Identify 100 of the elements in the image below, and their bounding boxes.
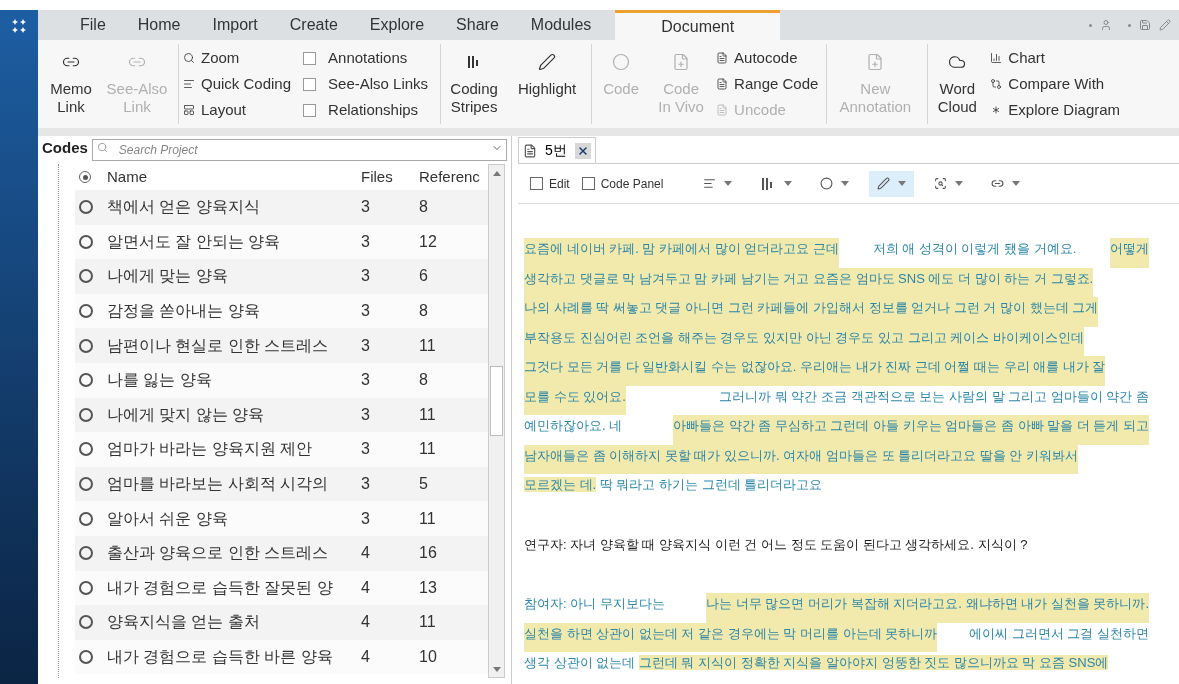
node-icon xyxy=(79,650,93,664)
column-header[interactable]: Name xyxy=(107,165,361,189)
menu-tab[interactable]: Modules xyxy=(514,10,608,40)
ribbon-small-button[interactable]: Autocode xyxy=(716,48,819,68)
code-row[interactable]: 양육지식을 얻는 출처 4 11 xyxy=(75,605,488,640)
document-plus-icon xyxy=(672,53,691,71)
references-count: 8 xyxy=(419,301,428,322)
code-name: 내가 경험으로 습득한 잘못된 양 xyxy=(107,577,334,598)
search-field[interactable]: Search Project xyxy=(91,139,507,161)
code-row[interactable]: 남편이나 현실로 인한 스트레스 3 11 xyxy=(75,328,488,363)
toolbar-dropdown[interactable] xyxy=(869,170,915,197)
close-icon[interactable] xyxy=(574,142,591,159)
references-count: 13 xyxy=(419,577,437,598)
code-name: 책에서 얻은 양육지식 xyxy=(107,197,261,218)
text-line: 연구자: 자녀 양육할 때 양육지식 이런 건 어느 정도 도움이 된다고 생각하세요. 지식이 ? xyxy=(524,535,1029,554)
menu-tab[interactable]: Explore xyxy=(353,10,441,40)
ribbon-button[interactable]: Coding Stripes xyxy=(441,44,508,124)
menu-tab[interactable]: Home xyxy=(121,10,197,40)
ribbon-button[interactable]: Highlight xyxy=(507,44,588,124)
document-icon xyxy=(716,104,729,116)
checkbox[interactable] xyxy=(303,103,317,117)
text-line: 실천을 하면 상관이 없는데 저 같은 경우에는 막 머리를 아는데 못하니까 에이씨 그러면서 그걸 실천하면 xyxy=(524,622,1149,652)
code-name: 내가 경험으로 습득한 바른 양육 xyxy=(107,647,334,667)
code-row[interactable]: 알아서 쉬운 양육 3 11 xyxy=(75,501,488,536)
code-row[interactable]: 내가 경험으로 습득한 잘못된 양 4 13 xyxy=(75,570,488,606)
references-count: 11 xyxy=(419,612,436,633)
ribbon-small-button[interactable]: Layout xyxy=(183,100,292,120)
references-count: 5 xyxy=(419,474,428,495)
scrollbar[interactable] xyxy=(488,164,505,678)
ribbon-small-button[interactable]: Explore Diagram xyxy=(990,100,1121,120)
code-row[interactable]: 엄마를 바라보는 사회적 시각의 3 5 xyxy=(75,466,488,502)
caret-icon xyxy=(784,181,793,186)
code-name: 알아서 쉬운 양육 xyxy=(107,508,229,529)
tab-label: 5번 xyxy=(545,141,567,160)
files-count: 4 xyxy=(361,543,371,564)
text-line: 생각 상관이 없는데 그런데 뭐 지식이 정확한 지식을 알아야지 엉뚱한 짓도 많으니까요 막 요즘 SNS에 xyxy=(524,654,1110,672)
scroll-thumb[interactable] xyxy=(490,366,503,436)
pencil-icon[interactable] xyxy=(1159,19,1171,31)
menu-tab[interactable]: File xyxy=(64,10,122,40)
ribbon-small-button[interactable]: Compare With xyxy=(990,74,1121,94)
node-icon xyxy=(79,304,93,319)
checkbox-label: Annotations xyxy=(328,48,408,68)
ribbon-small-button[interactable]: Quick Coding xyxy=(183,74,292,94)
menu-tab[interactable]: Create xyxy=(273,10,354,40)
lines-icon xyxy=(183,78,195,90)
files-count: 3 xyxy=(361,231,371,252)
checkbox[interactable] xyxy=(303,51,317,65)
code-name: 남편이나 현실로 인한 스트레스 xyxy=(107,335,330,356)
checkbox[interactable] xyxy=(530,177,543,190)
menu-tab[interactable]: Import xyxy=(196,10,274,40)
column-header[interactable]: Files xyxy=(361,165,419,189)
code-row[interactable]: 출산과 양육으로 인한 스트레스 4 16 xyxy=(75,535,488,571)
ribbon-small-button[interactable]: Chart xyxy=(990,48,1121,68)
code-name: 출산과 양육으로 인한 스트레스 xyxy=(107,543,330,564)
text-line: 요즘에 네이버 카페. 맘 카페에서 많이 얻더라고요 근데 저희 애 성격이 이렇게 됐을 거예요. 어떻게 xyxy=(524,238,1149,268)
code-row[interactable]: 엄마가 바라는 양육지원 제안 3 11 xyxy=(75,432,488,467)
node-icon xyxy=(79,200,93,215)
zoom-icon xyxy=(183,52,195,64)
references-count: 8 xyxy=(419,370,428,391)
references-count: 6 xyxy=(419,266,428,287)
files-count: 3 xyxy=(361,197,371,218)
node-icon xyxy=(79,477,93,492)
code-row[interactable]: 나에게 맞는 양육 3 6 xyxy=(75,259,488,294)
editor-tab[interactable]: 5번 xyxy=(518,137,596,163)
code-row[interactable]: 나에게 맞지 않는 양육 3 11 xyxy=(75,397,488,433)
code-row[interactable]: 책에서 얻은 양육지식 3 8 xyxy=(75,190,488,225)
search-icon xyxy=(96,142,108,153)
cloud-icon xyxy=(948,53,967,71)
code-name: 양육지식을 얻는 출처 xyxy=(107,612,261,633)
text-line: 예민하잖아요. 네 아빠들은 약간 좀 무심하고 그런데 아들 키우는 엄마들은 좀 아빠 말을 더 듣게 되고 xyxy=(524,415,1149,445)
pen-icon xyxy=(538,53,557,71)
circle-icon xyxy=(820,177,834,190)
files-count: 3 xyxy=(361,508,371,529)
column-header[interactable]: Referenc xyxy=(419,165,480,189)
ribbon-small-button[interactable]: Zoom xyxy=(183,48,292,68)
user-icon[interactable] xyxy=(1100,19,1112,31)
code-row[interactable]: 감정을 쏟아내는 양육 3 8 xyxy=(75,293,488,329)
save-icon[interactable] xyxy=(1139,19,1151,31)
scroll-up-icon[interactable] xyxy=(492,170,501,176)
references-count: 11 xyxy=(419,439,436,460)
node-icon xyxy=(79,234,93,249)
checkbox[interactable] xyxy=(581,177,595,190)
references-count: 11 xyxy=(419,508,436,529)
scroll-down-icon[interactable] xyxy=(492,666,501,672)
code-row[interactable]: 내가 경험으로 습득한 바른 양육 4 10 xyxy=(75,639,488,675)
code-row[interactable]: 알면서도 잘 안되는 양육 3 12 xyxy=(75,224,488,260)
checkbox[interactable] xyxy=(303,77,317,91)
zoom-icon xyxy=(934,177,948,190)
menu-tab[interactable]: Share xyxy=(440,10,515,40)
document-icon xyxy=(523,143,537,158)
ribbon-button[interactable]: Memo Link xyxy=(42,44,100,124)
files-count: 3 xyxy=(361,266,371,287)
ribbon-button[interactable]: Word Cloud xyxy=(928,44,987,124)
menu-tab[interactable]: Document xyxy=(615,10,781,40)
code-row[interactable]: 나를 잃는 양육 3 8 xyxy=(75,362,488,398)
references-count: 11 xyxy=(419,404,436,425)
text-line: 모르겠는 데. 딱 뭐라고 하기는 그런데 틀리더라고요 xyxy=(524,476,824,494)
files-count: 3 xyxy=(361,335,371,356)
ribbon-small-button[interactable]: Range Code xyxy=(716,74,819,94)
caret-icon xyxy=(724,181,733,186)
